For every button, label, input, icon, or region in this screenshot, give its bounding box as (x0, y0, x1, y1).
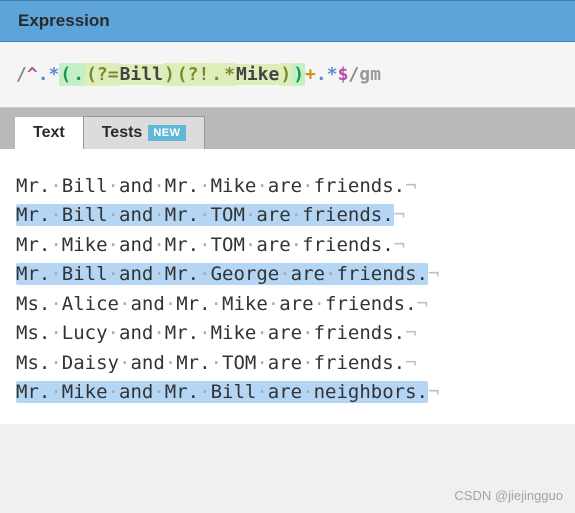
regex-literal-mike: Mike (236, 64, 279, 85)
text-line: Ms.·Alice·and·Mr.·Mike·are·friends.¬ (16, 290, 559, 319)
regex-star: * (223, 63, 236, 86)
text-span: Ms.·Daisy·and·Mr.·TOM·are·friends. (16, 352, 405, 374)
regex-dot: . (210, 63, 223, 86)
text-line: Mr.·Mike·and·Mr.·TOM·are·friends.¬ (16, 231, 559, 260)
regex-neglookahead-close: ) (279, 63, 292, 86)
new-badge: NEW (148, 125, 185, 141)
watermark: CSDN @jiejingguo (454, 488, 563, 503)
text-content-area[interactable]: Mr.·Bill·and·Mr.·Mike·are·friends.¬Mr.·B… (0, 156, 575, 424)
regex-lookahead-open: (?= (85, 63, 120, 86)
regex-close-delim: / (348, 64, 359, 85)
regex-star: * (49, 64, 60, 85)
tab-text[interactable]: Text (14, 116, 84, 149)
tabs-bar: Text Tests NEW (0, 108, 575, 156)
text-line: Mr.·Bill·and·Mr.·Mike·are·friends.¬ (16, 172, 559, 201)
text-line: Ms.·Daisy·and·Mr.·TOM·are·friends.¬ (16, 349, 559, 378)
text-line: Mr.·Bill·and·Mr.·TOM·are·friends.¬ (16, 201, 559, 230)
regex-group-open: ( (59, 63, 72, 86)
tab-text-label: Text (33, 124, 65, 141)
regex-anchor-end: $ (338, 64, 349, 85)
return-glyph: ¬ (405, 175, 416, 197)
return-glyph: ¬ (428, 263, 439, 285)
expression-header: Expression (0, 0, 575, 42)
return-glyph: ¬ (428, 381, 439, 403)
return-glyph: ¬ (394, 204, 405, 226)
regex-dot: . (316, 64, 327, 85)
regex-expression-bar[interactable]: /^.*(.(?=Bill)(?!.*Mike))+.*$/gm (0, 42, 575, 108)
text-span: Mr.·Bill·and·Mr.·Mike·are·friends. (16, 175, 405, 197)
regex-neglookahead-open: (?! (176, 63, 211, 86)
match-highlight: Mr.·Mike·and·Mr.·Bill·are·neighbors. (16, 381, 428, 403)
regex-group-close: ) (292, 63, 305, 86)
return-glyph: ¬ (405, 322, 416, 344)
text-line: Mr.·Bill·and·Mr.·George·are·friends.¬ (16, 260, 559, 289)
text-line: Mr.·Mike·and·Mr.·Bill·are·neighbors.¬ (16, 378, 559, 407)
text-span: Ms.·Lucy·and·Mr.·Mike·are·friends. (16, 322, 405, 344)
regex-plus: + (305, 64, 316, 85)
regex-dot: . (72, 63, 85, 86)
tab-tests[interactable]: Tests NEW (83, 116, 205, 149)
regex-anchor-start: ^ (27, 64, 38, 85)
regex-lookahead-close: ) (163, 63, 176, 86)
text-line: Ms.·Lucy·and·Mr.·Mike·are·friends.¬ (16, 319, 559, 348)
tab-tests-label: Tests (102, 124, 143, 141)
text-span: Mr.·Mike·and·Mr.·TOM·are·friends. (16, 234, 394, 256)
regex-literal-bill: Bill (120, 64, 163, 85)
regex-open-delim: / (16, 64, 27, 85)
match-highlight: Mr.·Bill·and·Mr.·TOM·are·friends. (16, 204, 394, 226)
header-title: Expression (18, 11, 110, 30)
regex-star: * (327, 64, 338, 85)
text-span: Ms.·Alice·and·Mr.·Mike·are·friends. (16, 293, 417, 315)
return-glyph: ¬ (394, 234, 405, 256)
return-glyph: ¬ (405, 352, 416, 374)
regex-dot: . (38, 64, 49, 85)
match-highlight: Mr.·Bill·and·Mr.·George·are·friends. (16, 263, 428, 285)
return-glyph: ¬ (417, 293, 428, 315)
regex-flags: gm (359, 64, 381, 85)
